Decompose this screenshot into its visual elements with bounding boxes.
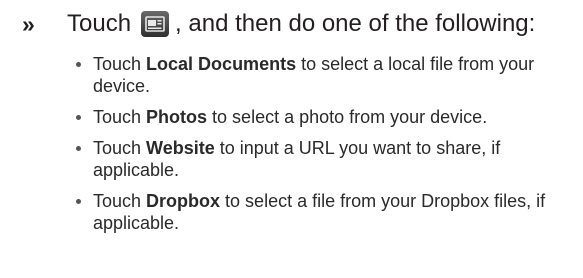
list-item: Touch Website to input a URL you want to… bbox=[75, 137, 575, 181]
bullet-icon bbox=[76, 146, 81, 151]
option-name: Photos bbox=[146, 107, 208, 127]
option-name: Dropbox bbox=[146, 191, 221, 211]
attach-file-icon bbox=[140, 10, 170, 38]
step-marker: » bbox=[22, 11, 35, 37]
instruction-after-icon: , and then do one of the following: bbox=[175, 10, 536, 37]
list-item: Touch Dropbox to select a file from your… bbox=[75, 190, 575, 234]
list-item: Touch Photos to select a photo from your… bbox=[75, 106, 575, 128]
bullet-icon bbox=[76, 115, 81, 120]
option-name: Website bbox=[146, 138, 215, 158]
option-prefix: Touch bbox=[93, 191, 147, 211]
option-prefix: Touch bbox=[93, 107, 147, 127]
list-item: Touch Local Documents to select a local … bbox=[75, 53, 575, 97]
instruction-step: » Touch , and then do one of the followi… bbox=[0, 0, 583, 278]
option-prefix: Touch bbox=[93, 138, 147, 158]
bullet-icon bbox=[76, 62, 81, 67]
option-name: Local Documents bbox=[146, 54, 297, 74]
bullet-icon bbox=[76, 199, 81, 204]
step-instruction: Touch , and then do one of the following… bbox=[67, 9, 535, 39]
option-description: to select a photo from your device. bbox=[207, 107, 488, 127]
option-prefix: Touch bbox=[93, 54, 147, 74]
instruction-before-icon: Touch bbox=[67, 10, 132, 37]
options-list: Touch Local Documents to select a local … bbox=[75, 53, 575, 243]
